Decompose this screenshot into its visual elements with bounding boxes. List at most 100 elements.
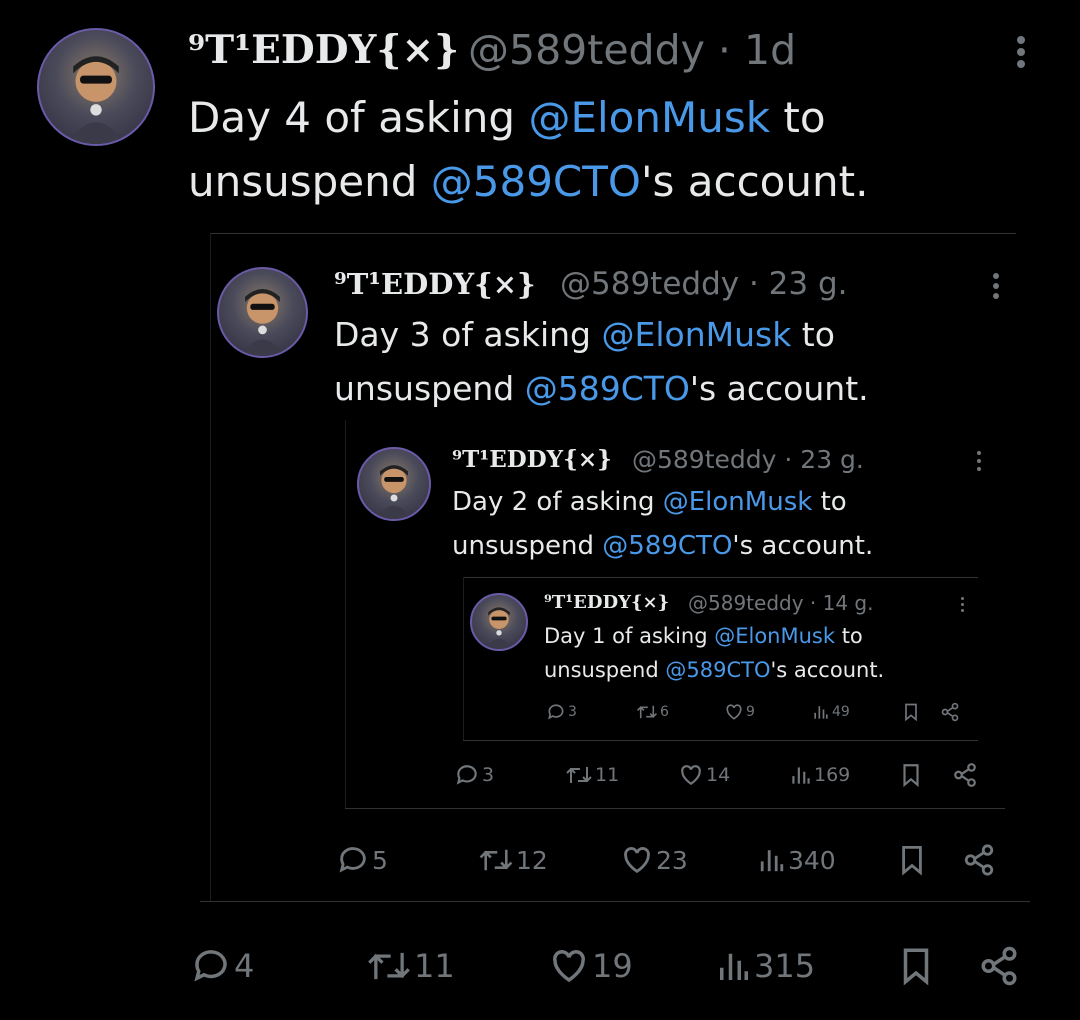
text-part: 's account. bbox=[640, 157, 869, 206]
like-button[interactable]: 19 bbox=[548, 944, 633, 988]
like-icon bbox=[624, 847, 650, 874]
text-part: unsuspend bbox=[334, 369, 525, 408]
bookmark-button[interactable] bbox=[902, 701, 920, 723]
mention-link[interactable]: @ElonMusk bbox=[714, 624, 835, 648]
like-button[interactable]: 23 bbox=[620, 842, 688, 878]
divider bbox=[463, 577, 464, 740]
views-button[interactable]: 315 bbox=[716, 944, 815, 988]
mention-link[interactable]: @589CTO bbox=[525, 369, 690, 408]
divider bbox=[210, 233, 1016, 234]
bookmark-button[interactable] bbox=[900, 761, 922, 789]
post-time[interactable]: · 14 g. bbox=[810, 591, 874, 615]
mention-link[interactable]: @ElonMusk bbox=[601, 315, 791, 354]
author-handle[interactable]: @589teddy bbox=[688, 591, 804, 615]
author-handle[interactable]: @589teddy bbox=[632, 445, 776, 474]
share-button[interactable] bbox=[962, 842, 996, 878]
like-button[interactable]: 9 bbox=[724, 701, 755, 723]
tweet-text: Day 3 of asking @ElonMusk to unsuspend @… bbox=[334, 308, 869, 416]
text-part: unsuspend bbox=[452, 531, 603, 561]
mention-link[interactable]: @ElonMusk bbox=[528, 93, 770, 142]
bookmark-button[interactable] bbox=[898, 944, 934, 988]
like-count: 23 bbox=[656, 845, 688, 875]
avatar[interactable] bbox=[37, 28, 155, 146]
retweet-button[interactable]: 11 bbox=[565, 761, 619, 789]
retweet-icon bbox=[479, 849, 513, 871]
more-icon[interactable] bbox=[990, 272, 1002, 302]
text-part: to bbox=[835, 624, 863, 648]
reply-count: 3 bbox=[482, 764, 495, 786]
reply-button[interactable]: 3 bbox=[546, 701, 577, 723]
views-count: 49 bbox=[832, 704, 850, 720]
author-meta: @589teddy · 1d bbox=[468, 22, 796, 78]
views-button[interactable]: 169 bbox=[790, 761, 850, 789]
author-handle[interactable]: @589teddy bbox=[468, 26, 705, 74]
avatar[interactable] bbox=[470, 593, 528, 651]
more-icon[interactable] bbox=[958, 596, 966, 614]
author-handle[interactable]: @589teddy bbox=[560, 266, 739, 302]
post-time[interactable]: · 23 g. bbox=[784, 445, 863, 474]
more-icon[interactable] bbox=[974, 450, 984, 474]
text-part: 's account. bbox=[770, 658, 885, 682]
reply-icon bbox=[194, 950, 227, 982]
reply-count: 3 bbox=[568, 704, 577, 720]
reply-button[interactable]: 3 bbox=[454, 761, 494, 789]
text-part: Day 2 of asking bbox=[452, 487, 663, 517]
author-name[interactable]: ⁹T¹EDDY{×} bbox=[452, 442, 612, 478]
like-count: 19 bbox=[592, 947, 633, 985]
text-part: 's account. bbox=[689, 369, 869, 408]
divider bbox=[345, 808, 1005, 809]
avatar[interactable] bbox=[357, 447, 431, 521]
like-icon bbox=[681, 765, 701, 785]
retweet-button[interactable]: 12 bbox=[478, 842, 548, 878]
share-icon bbox=[954, 763, 976, 787]
like-icon bbox=[553, 950, 585, 983]
bookmark-button[interactable] bbox=[898, 842, 926, 878]
share-button[interactable] bbox=[940, 701, 960, 723]
views-button[interactable]: 340 bbox=[758, 842, 836, 878]
like-icon bbox=[726, 704, 742, 720]
views-button[interactable]: 49 bbox=[812, 701, 850, 723]
retweet-icon bbox=[368, 952, 410, 980]
text-part: Day 1 of asking bbox=[544, 624, 715, 648]
share-icon bbox=[941, 702, 959, 722]
text-part: to bbox=[791, 315, 835, 354]
divider bbox=[463, 740, 978, 741]
bookmark-icon bbox=[905, 703, 917, 722]
retweet-button[interactable]: 6 bbox=[636, 701, 669, 723]
more-icon[interactable] bbox=[1014, 34, 1028, 74]
reply-button[interactable]: 4 bbox=[190, 944, 254, 988]
share-button[interactable] bbox=[978, 944, 1020, 988]
author-meta: @589teddy · 14 g. bbox=[688, 588, 873, 618]
text-part: Day 3 of asking bbox=[334, 315, 602, 354]
reply-button[interactable]: 5 bbox=[336, 842, 388, 878]
text-part: unsuspend bbox=[544, 658, 666, 682]
views-count: 315 bbox=[754, 947, 816, 985]
mention-link[interactable]: @ElonMusk bbox=[663, 487, 813, 517]
bookmark-icon bbox=[903, 948, 929, 986]
views-icon bbox=[760, 850, 784, 872]
text-part: 's account. bbox=[732, 531, 874, 561]
mention-link[interactable]: @589CTO bbox=[602, 531, 732, 561]
tweet-text: Day 2 of asking @ElonMusk to unsuspend @… bbox=[452, 480, 873, 568]
retweet-button[interactable]: 11 bbox=[366, 944, 455, 988]
avatar[interactable] bbox=[217, 267, 308, 358]
author-name[interactable]: ⁹T¹EDDY{×} bbox=[544, 588, 669, 618]
text-part: Day 4 of asking bbox=[188, 93, 529, 142]
views-icon bbox=[792, 767, 810, 784]
mention-link[interactable]: @589CTO bbox=[665, 658, 770, 682]
share-button[interactable] bbox=[952, 761, 978, 789]
reply-icon bbox=[548, 704, 564, 720]
like-button[interactable]: 14 bbox=[678, 761, 730, 789]
retweet-icon bbox=[566, 767, 592, 783]
author-meta: @589teddy · 23 g. bbox=[632, 442, 864, 478]
retweet-count: 6 bbox=[660, 704, 669, 720]
retweet-count: 11 bbox=[595, 764, 620, 786]
text-part: to bbox=[812, 487, 847, 517]
author-name[interactable]: ⁹T¹EDDY{×} bbox=[334, 262, 536, 306]
post-time[interactable]: · 1d bbox=[718, 26, 796, 74]
bookmark-icon bbox=[903, 764, 919, 788]
author-name[interactable]: ⁹T¹EDDY{×} bbox=[188, 22, 459, 78]
retweet-count: 11 bbox=[414, 947, 455, 985]
post-time[interactable]: · 23 g. bbox=[749, 266, 848, 302]
mention-link[interactable]: @589CTO bbox=[431, 157, 641, 206]
